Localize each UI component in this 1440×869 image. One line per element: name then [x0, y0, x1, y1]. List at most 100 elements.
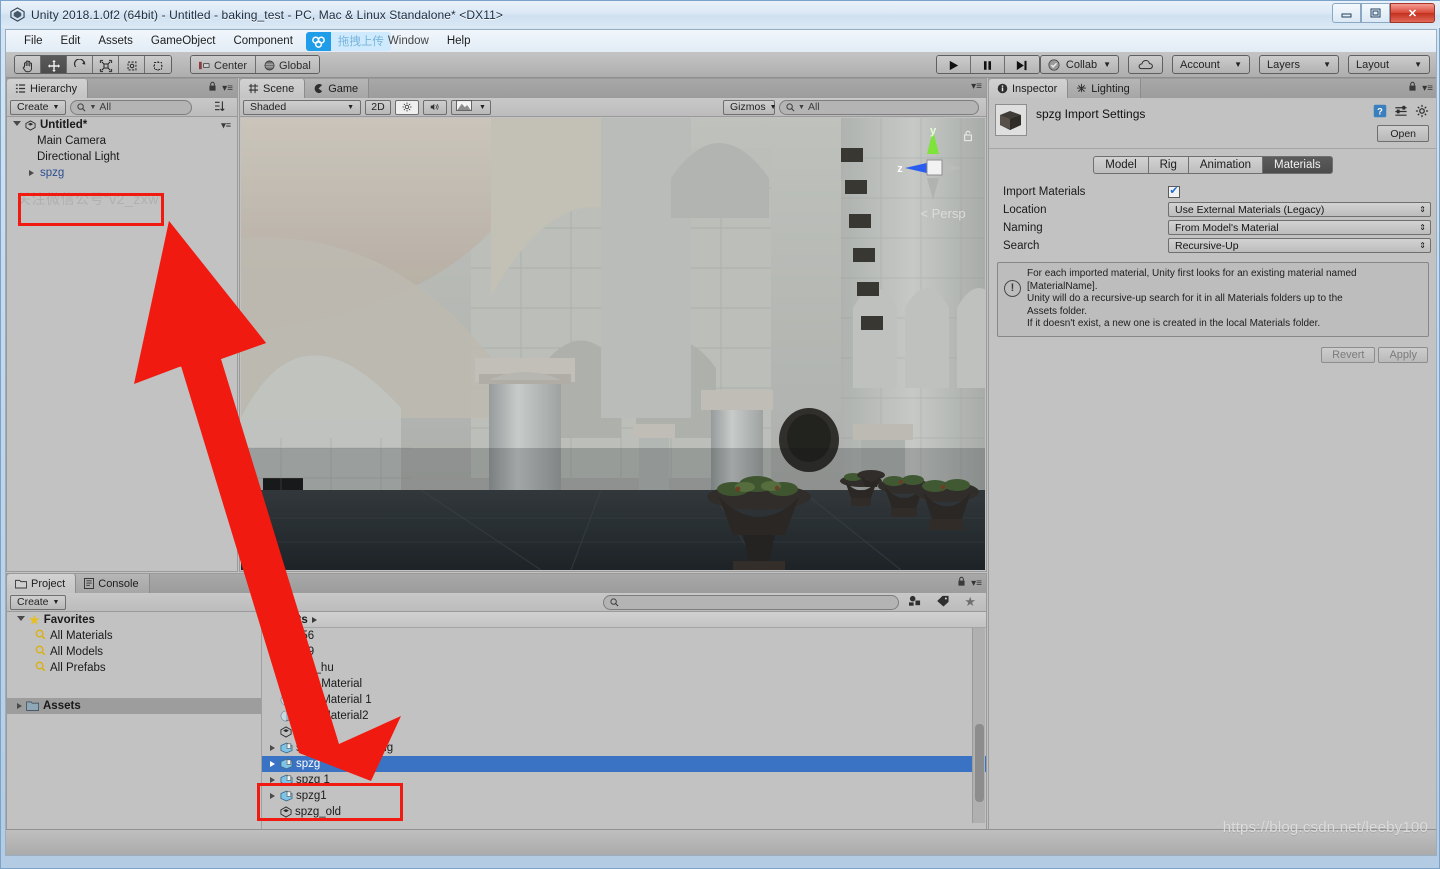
menu-edit[interactable]: Edit [52, 32, 90, 50]
scene-lock-icon[interactable] [963, 130, 973, 145]
move-tool-button[interactable] [41, 56, 67, 74]
lock-icon[interactable] [1408, 81, 1417, 95]
pivot-mode-button[interactable]: Center [191, 56, 256, 74]
favorite-star-icon[interactable]: ★ [959, 594, 983, 610]
project-scrollbar[interactable] [972, 628, 985, 823]
chevron-right-icon[interactable] [270, 777, 275, 783]
handle-rotation-button[interactable]: Global [256, 56, 319, 74]
cloud-services-button[interactable] [1128, 55, 1163, 74]
scene-menu-icon[interactable]: ▾≡ [221, 120, 231, 131]
layout-button[interactable]: Layout ▼ [1348, 55, 1430, 74]
collab-button[interactable]: Collab ▼ [1040, 55, 1119, 74]
asset-row[interactable]: New Material 1 [262, 692, 986, 708]
scene-search-input[interactable]: ▼ All [779, 100, 979, 115]
scene-lighting-toggle[interactable] [395, 100, 419, 115]
chevron-right-icon[interactable] [270, 761, 275, 767]
pause-button[interactable] [971, 56, 1005, 74]
account-button[interactable]: Account ▼ [1172, 55, 1250, 74]
chevron-right-icon[interactable] [270, 793, 275, 799]
panel-menu-icon[interactable]: ▾≡ [222, 83, 233, 94]
search-dropdown[interactable]: Recursive-Up ⇕ [1168, 238, 1431, 253]
tab-game[interactable]: Game [305, 79, 369, 98]
project-tree-assets-root[interactable]: Assets [7, 698, 261, 714]
tab-project[interactable]: Project [7, 574, 76, 593]
asset-row[interactable]: spzg_old [262, 804, 986, 820]
rect-tool-button[interactable] [119, 56, 145, 74]
asset-row[interactable]: New Material [262, 676, 986, 692]
rotate-tool-button[interactable] [67, 56, 93, 74]
lock-icon[interactable] [957, 576, 966, 590]
toggle-2d-button[interactable]: 2D [365, 100, 391, 115]
favorite-all-prefabs[interactable]: All Prefabs [7, 660, 261, 676]
scale-tool-button[interactable] [93, 56, 119, 74]
project-breadcrumb[interactable]: Assets [262, 612, 986, 628]
asset-row[interactable]: si_peng_zha_gong [262, 740, 986, 756]
hierarchy-item-directional-light[interactable]: Directional Light [7, 149, 237, 165]
lock-icon[interactable] [208, 81, 217, 95]
asset-row[interactable]: spzg 1 [262, 772, 986, 788]
filter-by-label-icon[interactable] [931, 595, 955, 610]
chevron-down-icon[interactable] [13, 121, 21, 129]
revert-button[interactable]: Revert [1321, 347, 1375, 363]
menu-window[interactable]: Window [379, 32, 438, 50]
apply-button[interactable]: Apply [1378, 347, 1428, 363]
tab-console[interactable]: Console [76, 574, 149, 593]
project-scrollbar-thumb[interactable] [975, 724, 984, 802]
scene-fx-dropdown[interactable]: ▼ [451, 100, 491, 115]
play-button[interactable] [937, 56, 971, 74]
hand-tool-button[interactable] [15, 56, 41, 74]
asset-row[interactable]: New Material2 [262, 708, 986, 724]
menu-component[interactable]: Component [224, 32, 301, 50]
help-book-icon[interactable]: ? [1373, 104, 1387, 121]
preset-icon[interactable] [1394, 104, 1408, 121]
hierarchy-search-input[interactable]: ▼ All [70, 100, 192, 115]
asset-row[interactable]: 456 [262, 628, 986, 644]
tab-hierarchy[interactable]: Hierarchy [7, 79, 88, 98]
tab-animation[interactable]: Animation [1188, 156, 1262, 174]
asset-row[interactable]: spzg1 [262, 788, 986, 804]
shading-mode-dropdown[interactable]: Shaded ▼ [243, 100, 361, 115]
open-asset-button[interactable]: Open [1377, 125, 1429, 142]
asset-row[interactable]: che [262, 724, 986, 740]
tab-materials[interactable]: Materials [1262, 156, 1333, 174]
panel-menu-icon[interactable]: ▾≡ [1422, 83, 1433, 94]
chevron-down-icon[interactable] [17, 616, 25, 624]
layers-button[interactable]: Layers ▼ [1259, 55, 1339, 74]
location-dropdown[interactable]: Use External Materials (Legacy) ⇕ [1168, 202, 1431, 217]
chevron-right-icon[interactable] [17, 703, 22, 709]
asset-row[interactable]: cha_hu [262, 660, 986, 676]
project-favorites-root[interactable]: ★ Favorites [7, 612, 261, 628]
menu-file[interactable]: File [15, 32, 52, 50]
import-materials-checkbox[interactable]: ✔ [1168, 186, 1180, 198]
project-create-button[interactable]: Create ▼ [10, 595, 66, 610]
panel-menu-icon[interactable]: ▾≡ [971, 578, 982, 589]
menu-gameobject[interactable]: GameObject [142, 32, 225, 50]
hierarchy-item-main-camera[interactable]: Main Camera [7, 133, 237, 149]
favorite-all-models[interactable]: All Models [7, 644, 261, 660]
project-search-input[interactable] [603, 595, 899, 610]
filter-by-type-icon[interactable] [903, 595, 927, 610]
tab-model[interactable]: Model [1093, 156, 1147, 174]
asset-row[interactable]: 789 [262, 644, 986, 660]
maximize-button[interactable] [1361, 3, 1390, 23]
hierarchy-create-button[interactable]: Create ▼ [10, 100, 66, 115]
menu-help[interactable]: Help [438, 32, 480, 50]
close-button[interactable]: ✕ [1390, 3, 1435, 23]
gizmos-dropdown[interactable]: Gizmos ▼ [723, 100, 775, 115]
asset-row[interactable]: spzg [262, 756, 986, 772]
tab-scene[interactable]: Scene [240, 79, 305, 98]
naming-dropdown[interactable]: From Model's Material ⇕ [1168, 220, 1431, 235]
panel-menu-icon[interactable]: ▾≡ [971, 81, 982, 92]
menu-assets[interactable]: Assets [89, 32, 142, 50]
scene-audio-toggle[interactable] [423, 100, 447, 115]
hierarchy-item-spzg[interactable]: spzg [7, 165, 237, 181]
chevron-right-icon[interactable] [270, 745, 275, 751]
hierarchy-scene-row[interactable]: Untitled* ▾≡ [7, 117, 237, 133]
transform-tool-button[interactable] [145, 56, 171, 74]
scene-viewport[interactable]: y z < Persp [241, 118, 985, 570]
chevron-right-icon[interactable] [29, 170, 34, 176]
hierarchy-sort-icon[interactable] [214, 100, 228, 115]
tab-inspector[interactable]: Inspector [989, 79, 1068, 98]
minimize-button[interactable] [1332, 3, 1361, 23]
step-button[interactable] [1005, 56, 1039, 74]
